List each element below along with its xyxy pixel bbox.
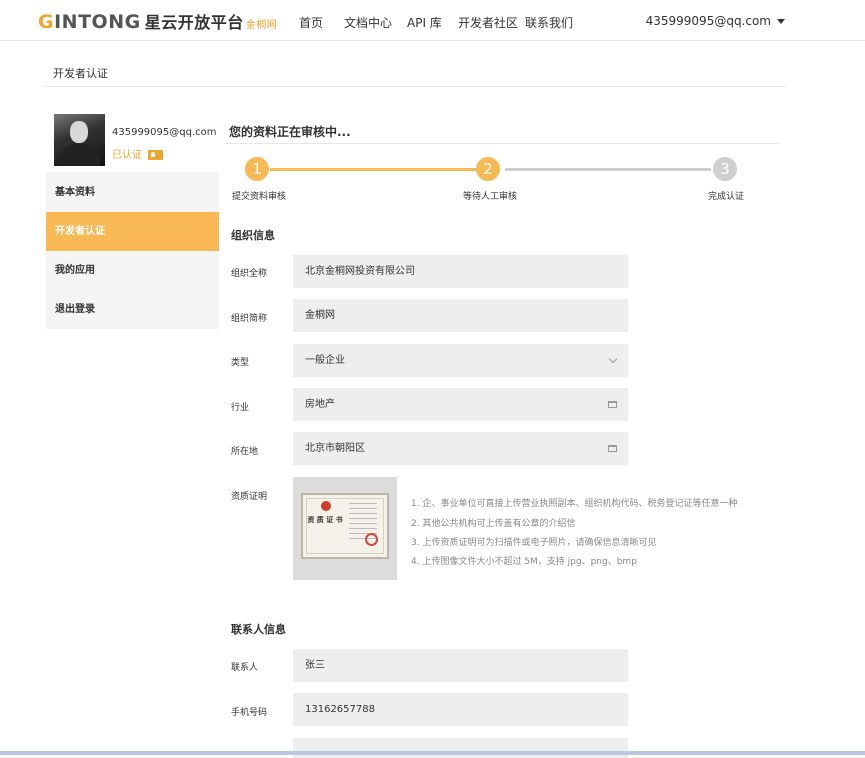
sidebar-item-my-apps[interactable]: 我的应用 bbox=[46, 251, 219, 290]
logo[interactable]: GINTONG 星云开放平台 金桐网 bbox=[38, 9, 277, 33]
contact-section-title: 联系人信息 bbox=[231, 623, 286, 636]
phone-label: 手机号码 bbox=[231, 708, 268, 718]
stamp-icon bbox=[365, 533, 378, 546]
email-field[interactable] bbox=[293, 738, 628, 758]
industry-label: 行业 bbox=[231, 403, 250, 413]
phone-value: 13162657788 bbox=[305, 704, 375, 715]
sidebar-item-basic-info[interactable]: 基本资料 bbox=[46, 173, 219, 212]
org-shortname-field[interactable]: 金桐网 bbox=[293, 299, 628, 332]
logo-sub: 金桐网 bbox=[245, 20, 278, 31]
contact-name-field[interactable]: 张三 bbox=[293, 649, 628, 682]
divider bbox=[45, 86, 786, 87]
review-status-heading: 您的资料正在审核中... bbox=[229, 125, 351, 139]
profile-card: 435999095@qq.com 已认证 bbox=[46, 104, 219, 172]
cert-hint-4: 4. 上传图像文件大小不超过 5M，支持 jpg、png、bmp bbox=[411, 557, 637, 567]
cert-hint-3: 3. 上传资质证明可为扫描件或电子照片，请确保信息清晰可见 bbox=[411, 538, 657, 548]
verified-label: 已认证 bbox=[112, 150, 142, 161]
cert-image-title: 资 质 证 书 bbox=[307, 516, 343, 524]
nav-community[interactable]: 开发者社区 bbox=[458, 14, 518, 31]
sidebar-item-developer-cert[interactable]: 开发者认证 bbox=[46, 212, 219, 251]
industry-value: 房地产 bbox=[305, 399, 335, 410]
chevron-down-icon bbox=[608, 354, 618, 364]
top-navbar: GINTONG 星云开放平台 金桐网 首页 文档中心 API 库 开发者社区 联系我… bbox=[0, 0, 865, 41]
nav-home[interactable]: 首页 bbox=[299, 14, 323, 31]
org-type-value: 一般企业 bbox=[305, 355, 345, 366]
logo-letter: G bbox=[38, 11, 55, 33]
step-connector bbox=[505, 168, 711, 171]
step-2-label: 等待人工审核 bbox=[463, 192, 518, 202]
location-picker[interactable]: 北京市朝阳区 bbox=[293, 432, 628, 465]
nav-api[interactable]: API 库 bbox=[407, 14, 442, 31]
cert-image: 资 质 证 书 bbox=[301, 493, 389, 559]
divider bbox=[226, 143, 779, 144]
picker-icon bbox=[608, 445, 617, 452]
bottom-strip bbox=[0, 751, 865, 755]
step-2-circle: 2 bbox=[476, 157, 500, 181]
contact-name-value: 张三 bbox=[305, 660, 325, 671]
nav-contact[interactable]: 联系我们 bbox=[525, 14, 573, 31]
nav-docs[interactable]: 文档中心 bbox=[344, 14, 392, 31]
verified-badge: 已认证 bbox=[112, 146, 163, 161]
logo-brand: INTONG bbox=[54, 11, 141, 33]
logo-cn-name: 星云开放平台 bbox=[144, 13, 244, 32]
org-section-title: 组织信息 bbox=[231, 229, 275, 242]
phone-field[interactable]: 13162657788 bbox=[293, 693, 628, 726]
industry-picker[interactable]: 房地产 bbox=[293, 388, 628, 421]
cert-label: 资质证明 bbox=[231, 492, 268, 502]
user-email: 435999095@qq.com bbox=[645, 14, 771, 28]
step-3-circle: 3 bbox=[713, 157, 737, 181]
org-shortname-label: 组织简称 bbox=[231, 314, 268, 324]
step-3-label: 完成认证 bbox=[708, 192, 745, 202]
org-fullname-label: 组织全称 bbox=[231, 269, 268, 279]
cert-upload[interactable]: 资 质 证 书 bbox=[293, 477, 397, 580]
contact-name-label: 联系人 bbox=[231, 663, 259, 673]
cert-hint-2: 2. 其他公共机构可上传盖有公章的介绍信 bbox=[411, 519, 576, 529]
org-shortname-value: 金桐网 bbox=[305, 310, 335, 321]
sidebar: 435999095@qq.com 已认证 基本资料 开发者认证 我的应用 退出登… bbox=[46, 104, 219, 329]
step-connector bbox=[270, 168, 476, 171]
cert-hint-1: 1. 企、事业单位可直接上传营业执照副本、组织机构代码、税务登记证等任意一种 bbox=[411, 499, 738, 509]
id-card-icon bbox=[148, 150, 163, 160]
step-1-label: 提交资料审核 bbox=[232, 192, 287, 202]
org-type-select[interactable]: 一般企业 bbox=[293, 344, 628, 377]
location-label: 所在地 bbox=[231, 447, 259, 457]
caret-down-icon bbox=[777, 19, 785, 24]
profile-email: 435999095@qq.com bbox=[112, 127, 217, 138]
step-1-circle: 1 bbox=[245, 157, 269, 181]
org-fullname-value: 北京金桐网投资有限公司 bbox=[305, 266, 415, 277]
sidebar-item-logout[interactable]: 退出登录 bbox=[46, 290, 219, 329]
location-value: 北京市朝阳区 bbox=[305, 443, 365, 454]
emblem-icon bbox=[321, 501, 331, 511]
user-menu[interactable]: 435999095@qq.com bbox=[646, 14, 785, 28]
picker-icon bbox=[608, 401, 617, 408]
org-type-label: 类型 bbox=[231, 358, 250, 368]
avatar[interactable] bbox=[54, 114, 105, 166]
org-fullname-field[interactable]: 北京金桐网投资有限公司 bbox=[293, 255, 628, 288]
page-title: 开发者认证 bbox=[53, 67, 108, 80]
